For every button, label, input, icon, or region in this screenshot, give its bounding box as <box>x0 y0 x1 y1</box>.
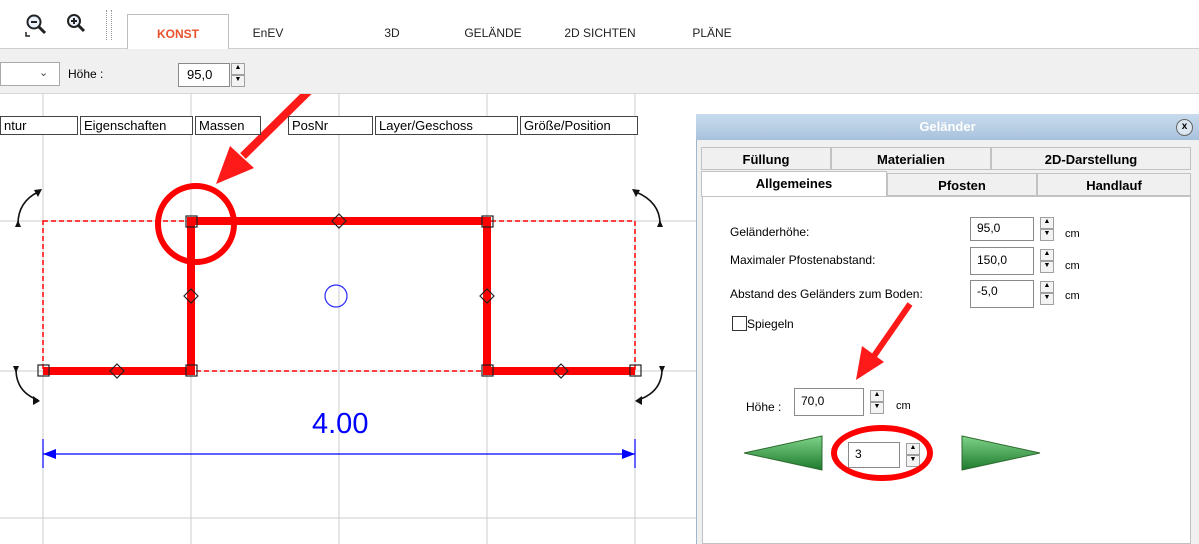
field-label-gelaenderhoehe: Geländerhöhe: <box>730 225 810 239</box>
spiegeln-checkbox[interactable] <box>732 316 747 331</box>
bodenabstand-down-button[interactable]: ▼ <box>1040 293 1054 305</box>
layer-combobox[interactable]: ⌄ <box>0 62 60 86</box>
hoehe-up-button[interactable]: ▲ <box>870 390 884 402</box>
dimension-label: 4.00 <box>312 408 369 440</box>
bodenabstand-unit: cm <box>1065 290 1080 302</box>
dialog-tab-2d-darstellung[interactable]: 2D-Darstellung <box>991 147 1191 170</box>
hoehe-down-button[interactable]: ▼ <box>870 402 884 414</box>
canvas-tab-layer-geschoss[interactable]: Layer/Geschoss <box>375 116 518 135</box>
bodenabstand-up-button[interactable]: ▲ <box>1040 281 1054 293</box>
highlight-ellipse <box>831 425 933 481</box>
next-segment-icon[interactable] <box>960 432 1042 474</box>
hoehe-label: Höhe : <box>746 400 782 414</box>
toolbar-height-label: Höhe : <box>68 67 104 81</box>
dialog-tab-allgemeines[interactable]: Allgemeines <box>701 171 887 197</box>
pfostenabstand-input[interactable]: 150,0 <box>970 247 1034 275</box>
dialog-tab-fuellung[interactable]: Füllung <box>701 147 831 170</box>
drawing-canvas[interactable] <box>0 94 696 544</box>
tab-gelaende[interactable]: GELÄNDE <box>455 18 531 48</box>
bodenabstand-input[interactable]: -5,0 <box>970 280 1034 308</box>
pfostenabstand-unit: cm <box>1065 260 1080 272</box>
annotation-arrow-icon <box>856 302 913 380</box>
allgemeines-panel <box>702 196 1191 544</box>
canvas-tab-kontur[interactable]: ntur <box>0 116 78 135</box>
toolbar-height-input[interactable]: 95,0 <box>178 63 230 87</box>
spiegeln-label: Spiegeln <box>747 317 794 331</box>
canvas-tab-massen[interactable]: Massen <box>195 116 261 135</box>
chevron-down-icon: ⌄ <box>39 67 49 79</box>
tab-enev[interactable]: EnEV <box>238 18 298 48</box>
zoom-out-icon[interactable] <box>24 12 50 38</box>
toolbar-height-up-button[interactable]: ▲ <box>231 63 245 75</box>
tab-2d-sichten[interactable]: 2D SICHTEN <box>550 18 650 48</box>
pfostenabstand-down-button[interactable]: ▼ <box>1040 261 1054 273</box>
dialog-title: Geländer <box>696 114 1199 140</box>
toolbar-height-down-button[interactable]: ▼ <box>231 75 245 87</box>
toolbar-separator <box>106 10 112 40</box>
hoehe-unit: cm <box>896 400 911 412</box>
gelaenderhoehe-down-button[interactable]: ▼ <box>1040 229 1054 241</box>
tab-plaene[interactable]: PLÄNE <box>680 18 744 48</box>
previous-segment-icon[interactable] <box>742 432 824 474</box>
gelaenderhoehe-up-button[interactable]: ▲ <box>1040 217 1054 229</box>
hoehe-input[interactable]: 70,0 <box>794 388 864 416</box>
close-icon[interactable]: x <box>1176 119 1193 136</box>
dialog-tab-materialien[interactable]: Materialien <box>831 147 991 170</box>
canvas-tab-posnr[interactable]: PosNr <box>288 116 373 135</box>
dialog-tab-pfosten[interactable]: Pfosten <box>887 173 1037 196</box>
gelaenderhoehe-input[interactable]: 95,0 <box>970 217 1034 241</box>
canvas-tab-groesse-position[interactable]: Größe/Position <box>520 116 638 135</box>
dialog-tab-handlauf[interactable]: Handlauf <box>1037 173 1191 196</box>
tab-3d[interactable]: 3D <box>370 18 414 48</box>
zoom-in-icon[interactable] <box>64 12 90 38</box>
field-label-pfostenabstand: Maximaler Pfostenabstand: <box>730 253 876 267</box>
gelaenderhoehe-unit: cm <box>1065 228 1080 240</box>
canvas-tab-eigenschaften[interactable]: Eigenschaften <box>80 116 193 135</box>
tab-konst[interactable]: KONST <box>127 14 229 49</box>
pfostenabstand-up-button[interactable]: ▲ <box>1040 249 1054 261</box>
